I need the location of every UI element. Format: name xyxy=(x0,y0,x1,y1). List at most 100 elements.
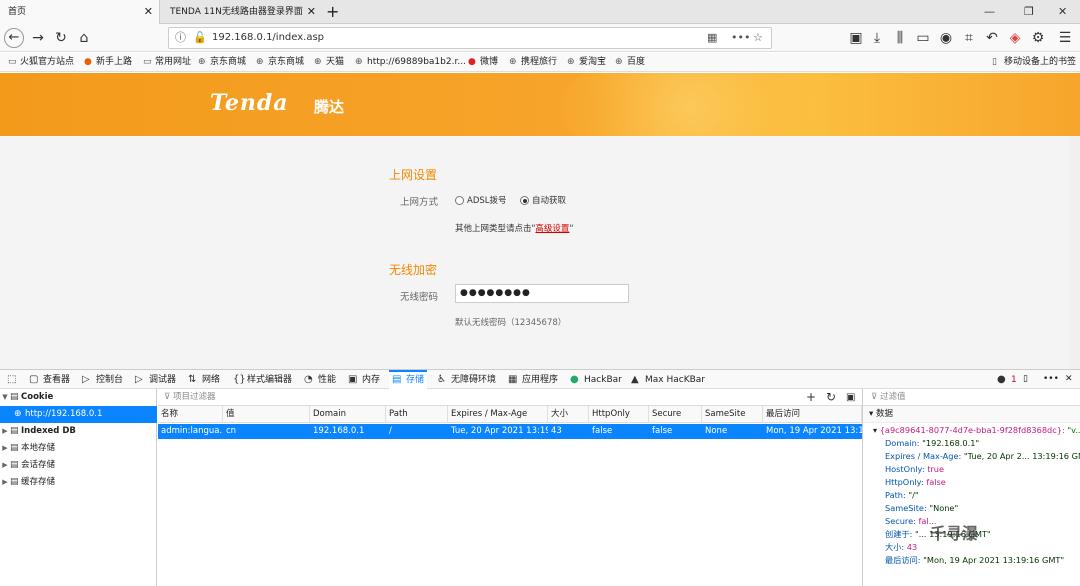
bookmark-item[interactable]: ● 新手上路 xyxy=(84,53,132,72)
bookmark-item[interactable]: ⊕ 百度 xyxy=(615,53,645,72)
col-path[interactable]: Path xyxy=(386,406,448,423)
home-icon[interactable]: ⌂ xyxy=(74,28,94,48)
info-icon[interactable]: ⓘ xyxy=(175,30,186,46)
tab-debugger[interactable]: ▷ 调试器 xyxy=(132,370,179,389)
tab-home[interactable]: 首页 ✕ xyxy=(0,0,160,24)
tab-max-hackbar[interactable]: ▲ Max HacKBar xyxy=(628,370,708,389)
collapsed-icon[interactable]: ▶ xyxy=(0,474,10,491)
new-tab-button[interactable]: + xyxy=(326,0,339,24)
forward-icon[interactable]: → xyxy=(28,28,48,48)
account-icon[interactable]: ◉ xyxy=(936,28,956,48)
element-picker-icon[interactable]: ⬚ xyxy=(4,370,24,389)
extension-icon[interactable]: ◈ xyxy=(1005,28,1025,48)
col-last-accessed[interactable]: 最后访问 xyxy=(763,406,862,423)
col-domain[interactable]: Domain xyxy=(310,406,386,423)
restore-icon[interactable]: ❐ xyxy=(1024,0,1034,24)
tab-storage[interactable]: ▤ 存储 xyxy=(389,370,428,389)
col-size[interactable]: 大小 xyxy=(548,406,589,423)
col-value[interactable]: 值 xyxy=(223,406,310,423)
value-filter-input[interactable]: ⊽ 过滤值 xyxy=(863,389,1080,406)
bookmark-item[interactable]: ● 微博 xyxy=(468,53,498,72)
tab-accessibility[interactable]: ♿ 无障碍环境 xyxy=(434,370,499,389)
data-section-header[interactable]: ▾ 数据 xyxy=(863,406,1080,423)
method-label: 上网方式 xyxy=(400,197,439,208)
menu-icon[interactable]: ☰ xyxy=(1055,28,1075,48)
bookmark-item[interactable]: ⊕ http://69889ba1b2.r... xyxy=(355,53,466,72)
wireless-encryption-title: 无线加密 xyxy=(389,263,438,277)
bookmark-item[interactable]: ▭ 常用网址 xyxy=(143,53,191,72)
bookmarks-library-icon[interactable]: ⫼ xyxy=(890,28,910,48)
tab-application[interactable]: ▦ 应用程序 xyxy=(505,370,561,389)
tab-hackbar[interactable]: ● HackBar xyxy=(567,370,625,389)
extensions-icon[interactable]: ⚙ xyxy=(1028,28,1048,48)
url-bar[interactable]: ⓘ 🔓 192.168.0.1/index.asp ▦ ••• ☆ xyxy=(168,27,772,49)
bookmark-item[interactable]: ⊕ 爱淘宝 xyxy=(567,53,606,72)
dock-options-icon[interactable]: ▯ xyxy=(1020,370,1031,389)
add-item-icon[interactable]: + xyxy=(806,389,816,406)
folder-icon: ▭ xyxy=(143,57,152,67)
close-icon[interactable]: ✕ xyxy=(307,0,316,24)
collapsed-icon[interactable]: ▶ xyxy=(0,440,10,457)
collapsed-icon[interactable]: ▶ xyxy=(0,423,10,440)
auto-radio[interactable] xyxy=(520,196,529,205)
col-name[interactable]: 名称 xyxy=(158,406,223,423)
mobile-bookmarks[interactable]: ▯ 移动设备上的书签 xyxy=(992,53,1076,72)
filter-placeholder: 项目过滤器 xyxy=(172,392,216,402)
undo-icon[interactable]: ↶ xyxy=(982,28,1002,48)
bookmark-item[interactable]: ⊕ 携程旅行 xyxy=(509,53,557,72)
collapsed-icon[interactable]: ▶ xyxy=(0,457,10,474)
library-icon[interactable]: ▣ xyxy=(846,28,866,48)
minimize-icon[interactable]: — xyxy=(984,0,995,24)
bookmark-star-icon[interactable]: ☆ xyxy=(753,30,763,46)
sidebar-icon[interactable]: ▭ xyxy=(913,28,933,48)
tree-cache-storage[interactable]: ▶ ▤ 缓存存储 xyxy=(0,474,157,491)
bookmark-item[interactable]: ⊕ 京东商城 xyxy=(198,53,246,72)
storage-icon: ▤ xyxy=(10,426,19,436)
tab-style-editor[interactable]: {}样式编辑器 xyxy=(230,370,295,389)
col-samesite[interactable]: SameSite xyxy=(702,406,763,423)
insecure-lock-icon[interactable]: 🔓 xyxy=(193,30,207,46)
tab-inspector[interactable]: ▢ 查看器 xyxy=(26,370,73,389)
col-secure[interactable]: Secure xyxy=(649,406,702,423)
tree-indexed-db[interactable]: ▶ ▤ Indexed DB xyxy=(0,423,157,440)
error-count[interactable]: ● 1 xyxy=(994,370,1020,389)
screenshot-icon[interactable]: ⌗ xyxy=(959,28,979,48)
bookmark-item[interactable]: ▭ 火狐官方站点 xyxy=(8,53,74,72)
col-httponly[interactable]: HttpOnly xyxy=(589,406,649,423)
refresh-icon[interactable]: ↻ xyxy=(826,389,836,406)
qr-code-icon[interactable]: ▦ xyxy=(707,30,717,46)
close-devtools-icon[interactable]: ✕ xyxy=(1062,370,1076,389)
tab-console[interactable]: ▷ 控制台 xyxy=(79,370,126,389)
page-actions-icon[interactable]: ••• xyxy=(731,30,750,46)
tab-tenda[interactable]: TENDA 11N无线路由器登录界面 ✕ xyxy=(162,0,322,24)
back-icon[interactable]: ← xyxy=(4,28,24,48)
tenda-header: Tenda 腾达 xyxy=(0,73,1080,136)
tree-session-storage[interactable]: ▶ ▤ 会话存储 xyxy=(0,457,157,474)
bookmark-item[interactable]: ⊕ 天猫 xyxy=(314,53,344,72)
reload-icon[interactable]: ↻ xyxy=(51,28,71,48)
close-icon[interactable]: ✕ xyxy=(144,0,153,24)
adsl-radio[interactable] xyxy=(455,196,464,205)
tree-cookie-host[interactable]: ⊕ http://192.168.0.1 xyxy=(0,406,157,423)
tab-network[interactable]: ⇅ 网络 xyxy=(185,370,223,389)
advanced-settings-link[interactable]: 高级设置 xyxy=(535,224,569,234)
tab-performance[interactable]: ◔ 性能 xyxy=(301,370,339,389)
col-expires[interactable]: Expires / Max-Age xyxy=(448,406,548,423)
tenda-logo: Tenda xyxy=(210,90,289,116)
tree-local-storage[interactable]: ▶ ▤ 本地存储 xyxy=(0,440,157,457)
page-scrollbar[interactable] xyxy=(1069,136,1080,369)
close-window-icon[interactable]: ✕ xyxy=(1058,0,1067,24)
item-filter-input[interactable]: ⊽ 项目过滤器 xyxy=(164,389,215,406)
more-options-icon[interactable]: ••• xyxy=(1040,370,1062,389)
url-text[interactable]: 192.168.0.1/index.asp xyxy=(212,28,324,48)
table-row[interactable]: admin:langua... cn 192.168.0.1 / Tue, 20… xyxy=(158,424,862,439)
toggle-sidebar-icon[interactable]: ▣ xyxy=(846,389,855,406)
bookmark-item[interactable]: ⊕ 京东商城 xyxy=(256,53,304,72)
expanded-icon[interactable]: ▼ xyxy=(0,389,10,406)
wifi-password-field[interactable]: ●●●●●●●● xyxy=(455,284,629,303)
console-icon: ▷ xyxy=(82,374,90,385)
tab-memory[interactable]: ▣ 内存 xyxy=(345,370,383,389)
data-entry[interactable]: ▾ {a9c89641-8077-4d7e-bba1-9f28fd8368dc}… xyxy=(863,424,1080,437)
download-icon[interactable]: ⤓ xyxy=(867,28,887,48)
tree-cookie[interactable]: ▼ ▤ Cookie xyxy=(0,389,157,406)
